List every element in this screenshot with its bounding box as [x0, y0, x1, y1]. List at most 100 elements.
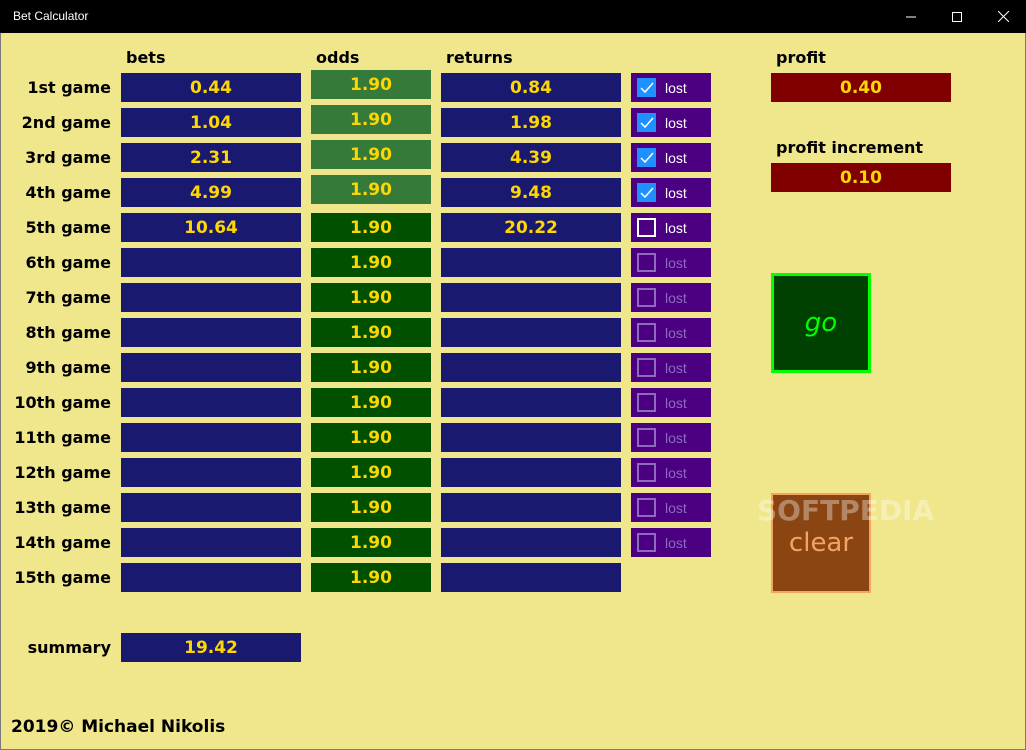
game-label: 12th game — [14, 463, 111, 482]
maximize-icon — [952, 11, 962, 22]
bet-field[interactable] — [121, 493, 301, 522]
odds-input[interactable]: 1.90 — [311, 563, 431, 592]
bet-field[interactable] — [121, 528, 301, 557]
lost-label: lost — [665, 79, 687, 96]
game-label: 6th game — [25, 253, 111, 272]
game-label: 14th game — [14, 533, 111, 552]
returns-field — [441, 423, 621, 452]
checkbox-icon — [637, 498, 656, 517]
odds-input[interactable]: 1.90 — [311, 493, 431, 522]
lost-checkbox[interactable]: lost — [631, 73, 711, 102]
lost-checkbox[interactable]: lost — [631, 318, 711, 347]
lost-label: lost — [665, 324, 687, 341]
returns-field: 20.22 — [441, 213, 621, 242]
odds-header: odds — [316, 48, 360, 67]
lost-checkbox[interactable]: lost — [631, 108, 711, 137]
bet-field[interactable] — [121, 283, 301, 312]
lost-label: lost — [665, 289, 687, 306]
bet-field[interactable] — [121, 423, 301, 452]
bet-field[interactable] — [121, 388, 301, 417]
returns-field: 1.98 — [441, 108, 621, 137]
game-label: 13th game — [14, 498, 111, 517]
lost-label: lost — [665, 394, 687, 411]
lost-checkbox[interactable]: lost — [631, 178, 711, 207]
checkbox-icon — [637, 463, 656, 482]
checkmark-icon — [637, 148, 656, 167]
lost-label: lost — [665, 254, 687, 271]
summary-value: 19.42 — [121, 633, 301, 662]
odds-input[interactable]: 1.90 — [311, 283, 431, 312]
profit-label: profit — [776, 48, 826, 67]
game-label: 4th game — [25, 183, 111, 202]
lost-checkbox[interactable]: lost — [631, 458, 711, 487]
lost-checkbox[interactable]: lost — [631, 213, 711, 242]
profit-input[interactable]: 0.40 — [771, 73, 951, 102]
returns-field — [441, 248, 621, 277]
close-button[interactable] — [980, 0, 1026, 33]
game-label: 9th game — [25, 358, 111, 377]
bet-field[interactable] — [121, 353, 301, 382]
bet-field[interactable] — [121, 563, 301, 592]
returns-field — [441, 528, 621, 557]
odds-input[interactable]: 1.90 — [311, 175, 431, 204]
returns-field — [441, 458, 621, 487]
odds-input[interactable]: 1.90 — [311, 388, 431, 417]
game-label: 5th game — [25, 218, 111, 237]
bet-field[interactable] — [121, 458, 301, 487]
lost-checkbox[interactable]: lost — [631, 528, 711, 557]
bet-field[interactable]: 4.99 — [121, 178, 301, 207]
lost-checkbox[interactable]: lost — [631, 493, 711, 522]
checkbox-icon — [637, 428, 656, 447]
returns-field — [441, 283, 621, 312]
bets-header: bets — [126, 48, 166, 67]
game-label: 1st game — [27, 78, 111, 97]
game-label: 3rd game — [25, 148, 111, 167]
lost-checkbox[interactable]: lost — [631, 353, 711, 382]
odds-input[interactable]: 1.90 — [311, 528, 431, 557]
lost-label: lost — [665, 429, 687, 446]
odds-input[interactable]: 1.90 — [311, 423, 431, 452]
odds-input[interactable]: 1.90 — [311, 353, 431, 382]
odds-input[interactable]: 1.90 — [311, 213, 431, 242]
bet-field[interactable]: 10.64 — [121, 213, 301, 242]
bet-field[interactable]: 0.44 — [121, 73, 301, 102]
bet-field[interactable]: 1.04 — [121, 108, 301, 137]
odds-input[interactable]: 1.90 — [311, 318, 431, 347]
maximize-button[interactable] — [934, 0, 980, 33]
checkmark-icon — [637, 113, 656, 132]
returns-field — [441, 353, 621, 382]
game-label: 15th game — [14, 568, 111, 587]
odds-input[interactable]: 1.90 — [311, 105, 431, 134]
lost-label: lost — [665, 499, 687, 516]
returns-field — [441, 388, 621, 417]
checkmark-icon — [637, 183, 656, 202]
lost-label: lost — [665, 149, 687, 166]
lost-label: lost — [665, 464, 687, 481]
lost-checkbox[interactable]: lost — [631, 283, 711, 312]
returns-field — [441, 563, 621, 592]
lost-checkbox[interactable]: lost — [631, 423, 711, 452]
returns-field: 9.48 — [441, 178, 621, 207]
go-button[interactable]: go — [771, 273, 871, 373]
returns-field — [441, 318, 621, 347]
checkbox-icon — [637, 358, 656, 377]
minimize-button[interactable] — [888, 0, 934, 33]
bet-field[interactable] — [121, 248, 301, 277]
profit-increment-input[interactable]: 0.10 — [771, 163, 951, 192]
clear-button[interactable]: clear — [771, 493, 871, 593]
lost-checkbox[interactable]: lost — [631, 388, 711, 417]
odds-input[interactable]: 1.90 — [311, 140, 431, 169]
summary-label: summary — [27, 638, 111, 657]
lost-checkbox[interactable]: lost — [631, 143, 711, 172]
returns-field: 0.84 — [441, 73, 621, 102]
odds-input[interactable]: 1.90 — [311, 458, 431, 487]
game-label: 7th game — [25, 288, 111, 307]
bet-field[interactable]: 2.31 — [121, 143, 301, 172]
title-bar: Bet Calculator — [0, 0, 1026, 33]
lost-checkbox[interactable]: lost — [631, 248, 711, 277]
odds-input[interactable]: 1.90 — [311, 248, 431, 277]
bet-field[interactable] — [121, 318, 301, 347]
odds-input[interactable]: 1.90 — [311, 70, 431, 99]
checkbox-icon — [637, 218, 656, 237]
checkbox-icon — [637, 323, 656, 342]
